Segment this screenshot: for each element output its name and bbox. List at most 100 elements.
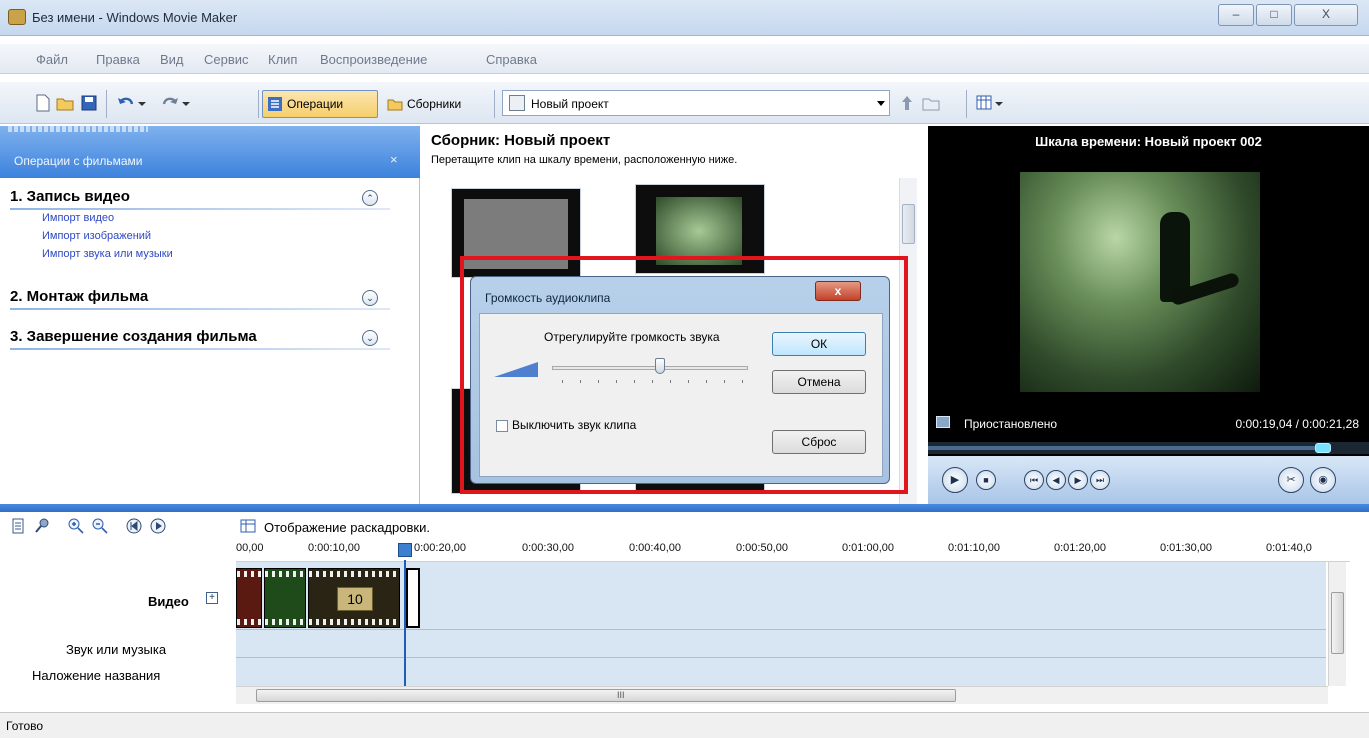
split-clip-icon[interactable]: ✂ <box>1278 467 1304 493</box>
menu-playback[interactable]: Воспроизведение <box>320 52 427 67</box>
ok-button[interactable]: ОК <box>772 332 866 356</box>
link-import-video[interactable]: Импорт видео <box>42 212 114 224</box>
ruler-label: 0:00:10,00 <box>308 542 360 554</box>
ruler-label: 0:01:30,00 <box>1160 542 1212 554</box>
timeline-clip-end[interactable] <box>406 568 420 628</box>
open-folder-icon[interactable] <box>56 94 74 112</box>
track-title-label: Наложение названия <box>32 668 161 683</box>
slider-tick <box>580 380 581 383</box>
close-tasks-button[interactable]: × <box>390 152 398 167</box>
save-icon[interactable] <box>80 94 98 112</box>
close-window-button[interactable]: X <box>1294 4 1358 26</box>
scrollbar-thumb[interactable]: III <box>256 689 956 702</box>
menu-help[interactable]: Справка <box>486 52 537 67</box>
timeline-clip[interactable] <box>264 568 306 628</box>
chevron-down-icon[interactable]: ⌄ <box>362 330 378 346</box>
zoom-out-icon[interactable] <box>92 518 108 534</box>
menu-clip[interactable]: Клип <box>268 52 297 67</box>
collections-button[interactable]: Сборники <box>382 90 482 118</box>
ruler-label: 00,00 <box>236 542 264 554</box>
film-holes <box>265 571 305 577</box>
ruler-label: 0:01:40,0 <box>1266 542 1312 554</box>
redo-icon[interactable] <box>160 94 190 112</box>
show-storyboard-label[interactable]: Отображение раскадровки. <box>264 520 430 535</box>
chevron-up-icon[interactable]: ⌃ <box>362 190 378 206</box>
new-collection-folder-icon[interactable] <box>922 94 940 112</box>
menu-view[interactable]: Вид <box>160 52 184 67</box>
menu-bar: Файл Правка Вид Сервис Клип Воспроизведе… <box>0 44 1369 74</box>
narrate-microphone-icon[interactable] <box>34 518 50 534</box>
maximize-button[interactable]: □ <box>1256 4 1292 26</box>
seek-thumb[interactable] <box>1314 443 1331 453</box>
link-import-images[interactable]: Импорт изображений <box>42 230 151 242</box>
section-edit-title[interactable]: 2. Монтаж фильма <box>10 288 148 305</box>
set-audio-levels-icon[interactable] <box>10 518 26 534</box>
previous-frame-icon[interactable]: ⏮ <box>1024 470 1044 490</box>
clip-thumbnail-image <box>656 197 742 265</box>
rewind-timeline-icon[interactable] <box>126 518 142 534</box>
countdown-leader: 10 <box>337 587 373 611</box>
dialog-close-button[interactable]: x <box>815 281 861 301</box>
monitor-icon <box>936 416 950 428</box>
snapshot-icon[interactable]: ◉ <box>1310 467 1336 493</box>
scrollbar-thumb[interactable] <box>902 204 915 244</box>
chevron-down-icon[interactable]: ⌄ <box>362 290 378 306</box>
timeline-vertical-scrollbar[interactable] <box>1328 562 1346 686</box>
film-holes <box>237 571 261 577</box>
slider-tick <box>562 380 563 383</box>
preview-monitor: Шкала времени: Новый проект 002 Приостан… <box>928 126 1369 504</box>
menu-file[interactable]: Файл <box>36 52 68 67</box>
volume-instruction: Отрегулируйте громкость звука <box>544 330 720 344</box>
section-finish-title[interactable]: 3. Завершение создания фильма <box>10 328 257 345</box>
video-track[interactable]: 10 <box>236 562 1326 630</box>
link-import-audio[interactable]: Импорт звука или музыки <box>42 248 173 260</box>
cancel-button[interactable]: Отмена <box>772 370 866 394</box>
play-timeline-icon[interactable] <box>150 518 166 534</box>
collections-folder-icon <box>387 99 403 111</box>
playhead-marker[interactable] <box>398 543 412 557</box>
slider-tick <box>652 380 653 383</box>
audio-track[interactable] <box>236 630 1326 658</box>
timeline-clip[interactable]: 10 <box>308 568 400 628</box>
storyboard-icon[interactable] <box>240 518 256 534</box>
forward-icon[interactable]: ▶ <box>1068 470 1088 490</box>
mute-checkbox[interactable] <box>496 420 508 432</box>
views-icon[interactable] <box>976 94 1004 112</box>
section-capture-title[interactable]: 1. Запись видео <box>10 188 130 205</box>
volume-slider-thumb[interactable] <box>654 358 665 374</box>
collection-dropdown[interactable]: Новый проект <box>502 90 890 116</box>
undo-icon[interactable] <box>116 94 146 112</box>
title-overlay-track[interactable] <box>236 658 1326 686</box>
menu-tools[interactable]: Сервис <box>204 52 249 67</box>
seek-bar[interactable] <box>928 442 1369 454</box>
section-divider <box>10 208 390 210</box>
status-text: Готово <box>6 719 44 733</box>
next-frame-icon[interactable]: ⏭ <box>1090 470 1110 490</box>
playhead-line <box>404 560 406 686</box>
operations-button[interactable]: Операции <box>262 90 378 118</box>
stop-icon[interactable]: ■ <box>976 470 996 490</box>
slider-tick <box>706 380 707 383</box>
menu-edit[interactable]: Правка <box>96 52 140 67</box>
up-level-icon[interactable] <box>898 94 916 112</box>
play-icon[interactable]: ▶ <box>942 467 968 493</box>
expand-video-track-button[interactable]: + <box>206 592 218 604</box>
operations-label: Операции <box>287 97 344 111</box>
tasks-pane: Операции с фильмами × 1. Запись видео ⌃ … <box>0 126 420 504</box>
ruler-label: 0:01:20,00 <box>1054 542 1106 554</box>
tasks-header: Операции с фильмами × <box>0 126 420 178</box>
mute-label[interactable]: Выключить звук клипа <box>512 418 636 432</box>
scrollbar-thumb[interactable] <box>1331 592 1344 654</box>
timeline-clip[interactable] <box>236 568 262 628</box>
new-file-icon[interactable] <box>34 94 52 112</box>
volume-slider-track[interactable] <box>552 366 748 370</box>
reset-button[interactable]: Сброс <box>772 430 866 454</box>
zoom-in-icon[interactable] <box>68 518 84 534</box>
timeline-horizontal-scrollbar[interactable]: III <box>236 686 1328 704</box>
status-bar: Готово <box>0 712 1369 738</box>
tasks-header-grip <box>8 126 148 132</box>
minimize-button[interactable]: ‒ <box>1218 4 1254 26</box>
slider-tick <box>598 380 599 383</box>
toolbar-separator <box>494 90 495 118</box>
rewind-icon[interactable]: ◀ <box>1046 470 1066 490</box>
